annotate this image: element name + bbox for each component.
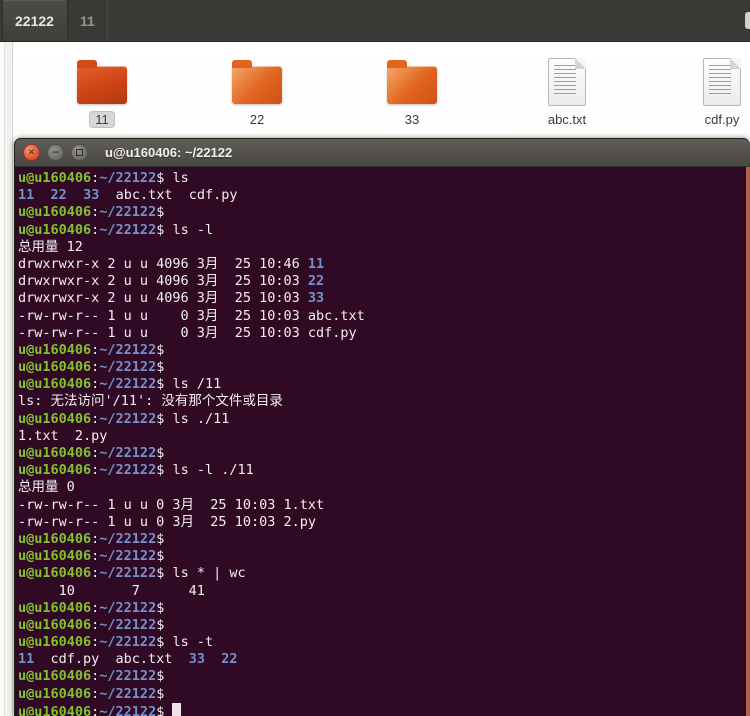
terminal-line: 总用量 0 xyxy=(18,479,75,496)
terminal-line: ls: 无法访问'/11': 没有那个文件或目录 xyxy=(18,393,283,410)
file-item-cdf.py[interactable]: cdf.py xyxy=(662,54,750,128)
terminal-line: u@u160406:~/22122$ ls ./11 xyxy=(18,410,230,427)
terminal-line: u@u160406:~/22122$ xyxy=(18,702,746,716)
tab-bar: 22122 11 xyxy=(0,0,750,42)
terminal-line: u@u160406:~/22122$ ls -l xyxy=(18,221,214,238)
maximize-square-glyph xyxy=(76,149,83,156)
terminal-line: u@u160406:~/22122$ ls /11 xyxy=(18,376,222,393)
terminal-line: 1.txt 2.py xyxy=(18,427,108,444)
terminal-line: u@u160406:~/22122$ xyxy=(18,359,165,376)
terminal-line: u@u160406:~/22122$ ls xyxy=(18,170,189,186)
terminal-line: u@u160406:~/22122$ ls * | wc xyxy=(18,565,246,582)
close-icon[interactable]: ✕ xyxy=(23,144,40,161)
file-item-33[interactable]: 33 xyxy=(352,54,472,128)
terminal-line: -rw-rw-r-- 1 u u 0 3月 25 10:03 2.py xyxy=(18,513,316,530)
terminal-line: u@u160406:~/22122$ xyxy=(18,616,165,633)
terminal-cursor xyxy=(172,702,182,716)
file-icon-text-lines xyxy=(554,65,576,95)
file-item-abc.txt[interactable]: abc.txt xyxy=(507,54,627,128)
tab-22122[interactable]: 22122 xyxy=(2,0,67,41)
terminal-output[interactable]: u@u160406:~/22122$ ls 11 22 33 abc.txt cd… xyxy=(15,167,746,716)
maximize-icon[interactable] xyxy=(71,144,88,161)
file-item-label: 11 xyxy=(89,111,115,128)
file-item-label: cdf.py xyxy=(704,112,740,127)
file-icon-text-lines xyxy=(709,65,731,95)
terminal-line: -rw-rw-r-- 1 u u 0 3月 25 10:03 cdf.py xyxy=(18,324,357,341)
scrollbar-notch xyxy=(745,12,750,29)
window-title: u@u160406: ~/22122 xyxy=(105,145,233,160)
terminal-line: u@u160406:~/22122$ xyxy=(18,685,165,702)
tab-11[interactable]: 11 xyxy=(66,0,108,41)
file-item-label: abc.txt xyxy=(547,112,587,127)
terminal-line: -rw-rw-r-- 1 u u 0 3月 25 10:03 abc.txt xyxy=(18,307,365,324)
file-icon xyxy=(548,58,586,106)
terminal-line: u@u160406:~/22122$ xyxy=(18,341,165,358)
folder-icon xyxy=(387,60,437,104)
file-item-label: 33 xyxy=(404,112,420,127)
terminal-line: u@u160406:~/22122$ xyxy=(18,530,165,547)
terminal-window: ✕ − u@u160406: ~/22122 u@u160406:~/22122… xyxy=(14,138,750,716)
file-item-label: 22 xyxy=(249,112,265,127)
terminal-line: u@u160406:~/22122$ xyxy=(18,204,165,221)
terminal-line: drwxrwxr-x 2 u u 4096 3月 25 10:46 11 xyxy=(18,255,325,272)
terminal-line: 总用量 12 xyxy=(18,238,83,255)
terminal-scrollbar[interactable] xyxy=(746,167,750,716)
terminal-line: u@u160406:~/22122$ xyxy=(18,548,165,565)
terminal-line: 10 7 41 xyxy=(18,582,205,599)
file-icon xyxy=(703,58,741,106)
minimize-icon[interactable]: − xyxy=(47,144,64,161)
terminal-line: u@u160406:~/22122$ xyxy=(18,445,165,461)
terminal-line: drwxrwxr-x 2 u u 4096 3月 25 10:03 22 xyxy=(18,273,325,290)
terminal-line: 11 cdf.py abc.txt 33 22 xyxy=(18,651,238,668)
left-gutter xyxy=(0,42,13,716)
folder-icon xyxy=(77,60,127,104)
terminal-line: -rw-rw-r-- 1 u u 0 3月 25 10:03 1.txt xyxy=(18,496,325,513)
terminal-line: u@u160406:~/22122$ ls -l ./11 xyxy=(18,462,254,479)
desktop: 22122 11 11 22 33 abc.txt cdf.py ✕ − u@u16040… xyxy=(0,0,750,716)
terminal-line: u@u160406:~/22122$ xyxy=(18,668,165,685)
folder-icon xyxy=(232,60,282,104)
file-item-11[interactable]: 11 xyxy=(42,54,162,128)
terminal-line: u@u160406:~/22122$ ls -t xyxy=(18,634,214,651)
terminal-line: drwxrwxr-x 2 u u 4096 3月 25 10:03 33 xyxy=(18,290,325,307)
file-item-22[interactable]: 22 xyxy=(197,54,317,128)
terminal-line: u@u160406:~/22122$ xyxy=(18,599,165,616)
terminal-titlebar[interactable]: ✕ − u@u160406: ~/22122 xyxy=(15,139,750,167)
terminal-line: 11 22 33 abc.txt cdf.py xyxy=(18,187,238,204)
